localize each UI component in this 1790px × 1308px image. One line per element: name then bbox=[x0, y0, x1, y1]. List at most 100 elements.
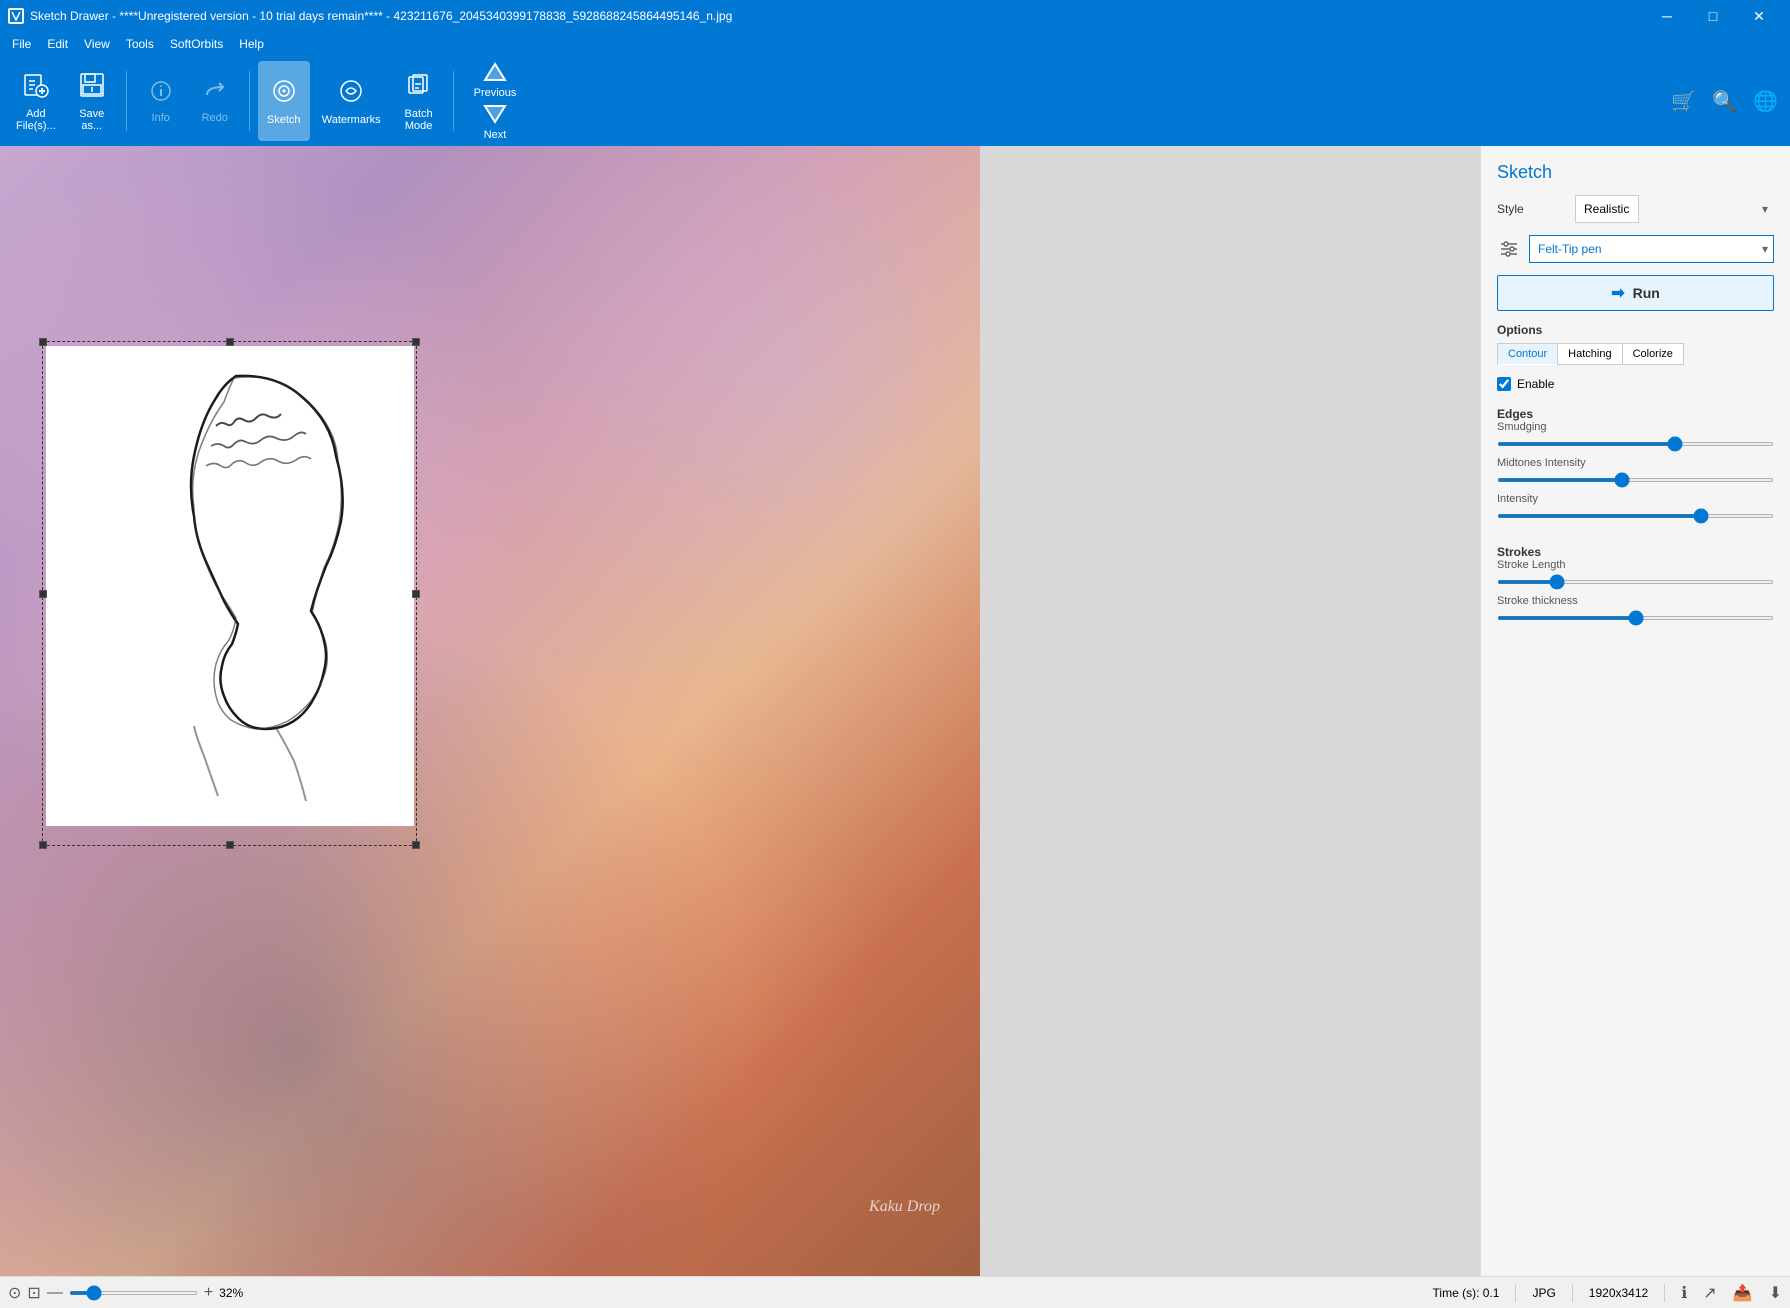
info-button[interactable]: Info bbox=[135, 61, 187, 141]
handle-top-left[interactable] bbox=[39, 338, 47, 346]
title-bar: Sketch Drawer - ****Unregistered version… bbox=[0, 0, 1790, 32]
presets-select[interactable]: Felt-Tip pen Pencil Charcoal Ballpoint bbox=[1529, 235, 1774, 263]
handle-bottom-left[interactable] bbox=[39, 841, 47, 849]
zoom-label: 32% bbox=[219, 1286, 243, 1300]
midtones-label: Midtones Intensity bbox=[1497, 457, 1774, 469]
minimize-button[interactable]: ─ bbox=[1644, 0, 1690, 32]
intensity-label: Intensity bbox=[1497, 493, 1774, 505]
menu-view[interactable]: View bbox=[76, 35, 118, 53]
watermarks-label: Watermarks bbox=[322, 114, 381, 126]
share-icon[interactable]: ↗ bbox=[1703, 1283, 1716, 1303]
zoom-out-icon[interactable]: — bbox=[47, 1284, 63, 1302]
dimensions-label: 1920x3412 bbox=[1589, 1286, 1648, 1300]
smudging-container: Smudging bbox=[1497, 421, 1774, 449]
title-bar-left: Sketch Drawer - ****Unregistered version… bbox=[8, 8, 732, 24]
menu-tools[interactable]: Tools bbox=[118, 35, 162, 53]
social-icon[interactable]: 📤 bbox=[1733, 1283, 1753, 1303]
watermarks-button[interactable]: Watermarks bbox=[314, 61, 389, 141]
redo-button[interactable]: Redo bbox=[189, 61, 241, 141]
handle-top-middle[interactable] bbox=[226, 338, 234, 346]
smudging-label: Smudging bbox=[1497, 421, 1774, 433]
gray-area bbox=[980, 146, 1480, 1276]
search-icon[interactable]: 🔍 bbox=[1708, 85, 1741, 118]
midtones-container: Midtones Intensity bbox=[1497, 457, 1774, 485]
style-select-wrapper: Realistic Classic Artistic bbox=[1575, 195, 1774, 223]
smudging-slider[interactable] bbox=[1497, 442, 1774, 446]
format-label: JPG bbox=[1532, 1286, 1555, 1300]
menu-softorbits[interactable]: SoftOrbits bbox=[162, 35, 231, 53]
stroke-thickness-slider[interactable] bbox=[1497, 616, 1774, 620]
enable-checkbox[interactable] bbox=[1497, 377, 1511, 391]
status-sep-3 bbox=[1664, 1284, 1665, 1302]
edges-section: Edges Smudging Midtones Intensity Intens… bbox=[1497, 403, 1774, 529]
add-icon bbox=[22, 71, 50, 104]
toolbar-group-file: AddFile(s)... Saveas... bbox=[8, 61, 118, 141]
tab-contour[interactable]: Contour bbox=[1497, 343, 1557, 365]
intensity-slider[interactable] bbox=[1497, 514, 1774, 518]
presets-select-wrapper: Felt-Tip pen Pencil Charcoal Ballpoint bbox=[1529, 235, 1774, 263]
zoom-in-icon[interactable]: + bbox=[204, 1284, 213, 1302]
next-label: Next bbox=[484, 129, 507, 141]
tab-colorize[interactable]: Colorize bbox=[1622, 343, 1684, 365]
separator-2 bbox=[249, 71, 250, 131]
add-file-label: AddFile(s)... bbox=[16, 108, 56, 132]
next-arrow-icon bbox=[483, 104, 507, 127]
right-panel: Sketch Style Realistic Classic Artistic bbox=[1480, 146, 1790, 1276]
handle-top-right[interactable] bbox=[412, 338, 420, 346]
options-section: Options Contour Hatching Colorize bbox=[1497, 323, 1774, 365]
midtones-slider[interactable] bbox=[1497, 478, 1774, 482]
handle-bottom-middle[interactable] bbox=[226, 841, 234, 849]
save-as-button[interactable]: Saveas... bbox=[66, 61, 118, 141]
batch-mode-button[interactable]: BatchMode bbox=[393, 61, 445, 141]
title-bar-controls: ─ □ ✕ bbox=[1644, 0, 1782, 32]
enable-label: Enable bbox=[1517, 377, 1554, 391]
handle-middle-left[interactable] bbox=[39, 590, 47, 598]
toolbar: AddFile(s)... Saveas... bbox=[0, 56, 1790, 146]
style-select[interactable]: Realistic Classic Artistic bbox=[1575, 195, 1639, 223]
status-sep-2 bbox=[1572, 1284, 1573, 1302]
info-status-icon[interactable]: ℹ bbox=[1681, 1283, 1687, 1303]
globe-icon[interactable]: 🌐 bbox=[1749, 85, 1782, 118]
previous-label: Previous bbox=[474, 87, 517, 99]
separator-3 bbox=[453, 71, 454, 131]
tab-hatching[interactable]: Hatching bbox=[1557, 343, 1621, 365]
menu-file[interactable]: File bbox=[4, 35, 39, 53]
zoom-fit-icon[interactable]: ⊙ bbox=[8, 1283, 21, 1303]
download-icon[interactable]: ⬇ bbox=[1769, 1283, 1782, 1303]
presets-icon bbox=[1497, 237, 1521, 261]
batch-mode-icon bbox=[405, 71, 433, 104]
save-icon bbox=[78, 71, 106, 104]
add-file-button[interactable]: AddFile(s)... bbox=[8, 61, 64, 141]
status-sep-1 bbox=[1515, 1284, 1516, 1302]
cart-icon[interactable]: 🛒 bbox=[1667, 85, 1700, 118]
sketch-button[interactable]: Sketch bbox=[258, 61, 310, 141]
watermarks-icon bbox=[337, 77, 365, 110]
strokes-section: Strokes Stroke Length Stroke thickness bbox=[1497, 541, 1774, 631]
stroke-length-label: Stroke Length bbox=[1497, 559, 1774, 571]
status-left: ⊙ ⊡ — + 32% bbox=[8, 1283, 243, 1303]
next-button[interactable]: Next bbox=[462, 103, 529, 141]
separator-1 bbox=[126, 71, 127, 131]
main-content: Kaku Drop Sketch Style Realistic Classic… bbox=[0, 146, 1790, 1276]
toolbar-group-history: Info Redo bbox=[135, 61, 241, 141]
panel-title: Sketch bbox=[1497, 162, 1774, 183]
menu-edit[interactable]: Edit bbox=[39, 35, 76, 53]
handle-bottom-right[interactable] bbox=[412, 841, 420, 849]
zoom-actual-icon[interactable]: ⊡ bbox=[27, 1283, 40, 1303]
zoom-slider[interactable] bbox=[69, 1291, 198, 1295]
redo-label: Redo bbox=[202, 112, 228, 124]
run-button[interactable]: ➡ Run bbox=[1497, 275, 1774, 311]
previous-button[interactable]: Previous bbox=[462, 61, 529, 99]
stroke-thickness-container: Stroke thickness bbox=[1497, 595, 1774, 623]
toolbar-right: 🛒 🔍 🌐 bbox=[1667, 85, 1782, 118]
options-title: Options bbox=[1497, 323, 1774, 337]
menu-help[interactable]: Help bbox=[231, 35, 272, 53]
stroke-length-slider[interactable] bbox=[1497, 580, 1774, 584]
close-button[interactable]: ✕ bbox=[1736, 0, 1782, 32]
selection-box[interactable] bbox=[42, 341, 417, 846]
menu-bar: File Edit View Tools SoftOrbits Help bbox=[0, 32, 1790, 56]
maximize-button[interactable]: □ bbox=[1690, 0, 1736, 32]
handle-middle-right[interactable] bbox=[412, 590, 420, 598]
options-tabs: Contour Hatching Colorize bbox=[1497, 343, 1774, 365]
canvas-area[interactable]: Kaku Drop bbox=[0, 146, 980, 1276]
